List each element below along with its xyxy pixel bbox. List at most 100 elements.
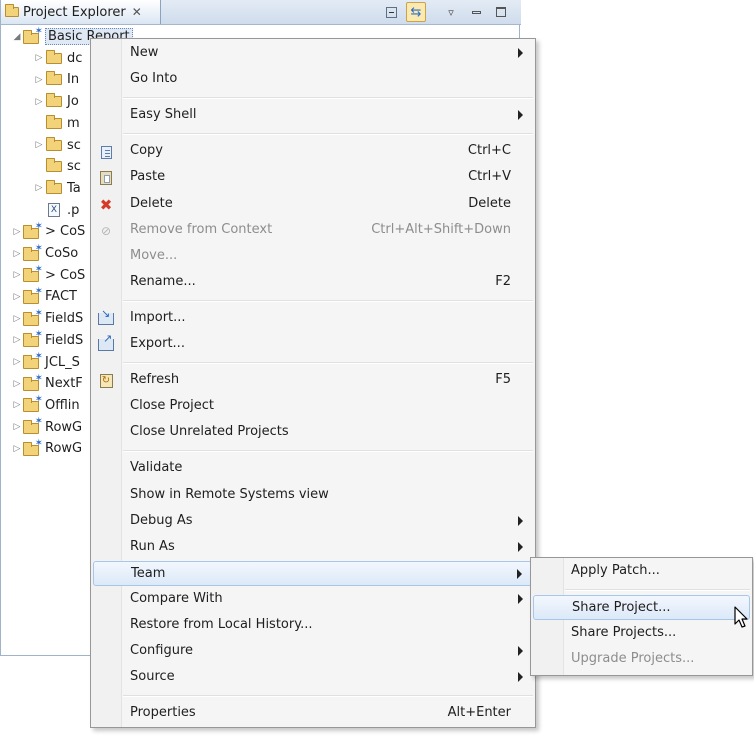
menu-item-label: Validate xyxy=(130,460,183,476)
collapsed-arrow-icon[interactable]: ▷ xyxy=(11,270,23,280)
tree-item[interactable]: ▷ sc xyxy=(33,135,81,156)
collapsed-arrow-icon[interactable]: ▷ xyxy=(11,227,23,237)
view-title: Project Explorer xyxy=(23,4,126,20)
tree-item[interactable]: ▷ ✶ > CoS xyxy=(11,221,86,242)
delete-icon: ✖ xyxy=(99,195,113,214)
menu-item-team[interactable]: Team xyxy=(93,560,533,586)
tree-item[interactable]: ▷ ✶ RowG xyxy=(11,438,83,459)
menu-item-go-into[interactable]: Go Into xyxy=(93,67,533,92)
menu-item-label: Properties xyxy=(130,705,196,721)
tree-item[interactable]: ▷ Ta xyxy=(33,178,81,199)
menu-item-label: Refresh xyxy=(130,372,180,388)
tree-item[interactable]: X .p xyxy=(33,200,79,221)
menu-separator xyxy=(123,97,533,100)
collapsed-arrow-icon[interactable]: ▷ xyxy=(11,357,23,367)
menu-item-copy[interactable]: Copy Ctrl+C xyxy=(93,139,533,164)
menu-item-export[interactable]: Export... xyxy=(93,332,533,357)
tree-item[interactable]: sc xyxy=(33,156,81,177)
menu-item-label: Upgrade Projects... xyxy=(571,651,695,667)
menu-item-paste[interactable]: Paste Ctrl+V xyxy=(93,165,533,190)
menu-item-delete[interactable]: ✖ Delete Delete xyxy=(93,192,533,217)
menu-separator xyxy=(123,299,533,302)
tree-item[interactable]: ▷ ✶ CoSo xyxy=(11,243,79,264)
collapsed-arrow-icon[interactable]: ▷ xyxy=(11,292,23,302)
tree-item[interactable]: ▷ ✶ > CoS xyxy=(11,264,86,286)
tree-item[interactable]: ▷ ✶ JCL_S xyxy=(11,351,80,373)
collapsed-arrow-icon[interactable]: ▷ xyxy=(11,249,23,259)
menu-item-import[interactable]: Import... xyxy=(93,306,533,331)
view-menu-icon[interactable]: ▿ xyxy=(441,2,461,22)
tree-item[interactable]: ▷ ✶ FACT xyxy=(11,286,77,307)
tree-item[interactable]: ▷ ✶ FieldS xyxy=(11,329,84,351)
collapsed-arrow-icon[interactable]: ▷ xyxy=(33,183,45,193)
project-folder-icon: ✶ xyxy=(23,308,43,327)
tree-item-label: NextF xyxy=(45,376,83,392)
collapsed-arrow-icon[interactable]: ▷ xyxy=(11,444,23,454)
project-folder-icon: ✶ xyxy=(23,286,43,305)
project-explorer-tab[interactable]: Project Explorer ✕ xyxy=(1,0,161,24)
collapsed-arrow-icon[interactable]: ▷ xyxy=(11,422,23,432)
collapse-all-icon[interactable] xyxy=(381,2,401,22)
menu-item-run-as[interactable]: Run As xyxy=(93,535,533,560)
tree-item[interactable]: ▷ ✶ NextF xyxy=(11,373,83,394)
collapsed-arrow-icon[interactable]: ▷ xyxy=(33,97,45,107)
menu-item-close-unrelated-projects[interactable]: Close Unrelated Projects xyxy=(93,420,533,445)
menu-separator xyxy=(123,362,533,365)
collapsed-arrow-icon[interactable]: ▷ xyxy=(33,75,45,85)
menu-item-apply-patch[interactable]: Apply Patch... xyxy=(533,559,750,584)
collapsed-arrow-icon[interactable]: ▷ xyxy=(11,379,23,389)
tree-item-label: JCL_S xyxy=(45,354,80,370)
tree-item[interactable]: ▷ ✶ Offlin xyxy=(11,394,80,416)
tree-item-label: Ta xyxy=(67,180,81,196)
tree-item[interactable]: ▷ In xyxy=(33,69,79,90)
menu-item-label: New xyxy=(130,45,159,60)
collapsed-arrow-icon[interactable]: ▷ xyxy=(11,335,23,345)
menu-item-compare-with[interactable]: Compare With xyxy=(93,587,533,612)
menu-item-label: Source xyxy=(130,669,175,685)
tree-item[interactable]: ▷ Jo xyxy=(33,91,79,112)
tree-item[interactable]: ▷ dc xyxy=(33,48,82,69)
expanded-arrow-icon[interactable]: ◢ xyxy=(11,32,23,42)
menu-item-configure[interactable]: Configure xyxy=(93,639,533,664)
maximize-icon[interactable] xyxy=(491,2,511,22)
menu-item-source[interactable]: Source xyxy=(93,665,533,690)
menu-item-new[interactable]: New xyxy=(93,41,533,66)
copy-icon xyxy=(97,143,115,161)
project-folder-icon: ✶ xyxy=(23,394,43,413)
collapsed-arrow-icon[interactable]: ▷ xyxy=(11,314,23,324)
tree-item[interactable]: ▷ ✶ RowG xyxy=(11,416,83,438)
menu-item-easy-shell[interactable]: Easy Shell xyxy=(93,103,533,128)
menu-item-restore-from-local-history[interactable]: Restore from Local History... xyxy=(93,613,533,638)
submenu-arrow-icon xyxy=(518,672,523,683)
tree-item-label: FACT xyxy=(45,289,77,305)
folder-icon xyxy=(45,158,63,175)
menu-item-validate[interactable]: Validate xyxy=(93,456,533,481)
collapsed-arrow-icon[interactable]: ▷ xyxy=(33,53,45,63)
menu-item-label: Restore from Local History... xyxy=(130,617,313,632)
menu-item-remove-from-context: ⊘ Remove from Context Ctrl+Alt+Shift+Down xyxy=(93,218,533,243)
tree-item[interactable]: ▷ ✶ FieldS xyxy=(11,308,84,329)
menu-item-debug-as[interactable]: Debug As xyxy=(93,509,533,534)
menu-item-close-project[interactable]: Close Project xyxy=(93,394,533,419)
menu-item-shortcut: F2 xyxy=(495,273,511,289)
link-with-editor-icon[interactable]: ⇆ xyxy=(406,2,426,22)
menu-item-refresh[interactable]: ↻ Refresh F5 xyxy=(93,368,533,393)
menu-item-properties[interactable]: Properties Alt+Enter xyxy=(93,701,533,726)
tree-item-label: FieldS xyxy=(45,311,84,327)
tree-item-label: dc xyxy=(67,50,83,66)
xml-file-icon: X xyxy=(45,202,63,218)
submenu-arrow-icon xyxy=(518,593,523,604)
menu-item-share-projects[interactable]: Share Projects... xyxy=(533,621,750,646)
tree-item[interactable]: m xyxy=(33,113,80,134)
tree-item-label: In xyxy=(67,72,80,88)
collapsed-arrow-icon[interactable]: ▷ xyxy=(33,140,45,150)
submenu-arrow-icon xyxy=(518,515,523,526)
close-icon[interactable]: ✕ xyxy=(132,5,142,19)
menu-item-rename[interactable]: Rename... F2 xyxy=(93,270,533,295)
menu-item-show-in-remote-systems-view[interactable]: Show in Remote Systems view xyxy=(93,483,533,508)
context-menu: New Go Into Easy Shell Copy Ctrl+C Paste Ctrl+… xyxy=(90,38,536,728)
collapsed-arrow-icon[interactable]: ▷ xyxy=(11,400,23,410)
project-folder-icon: ✶ xyxy=(23,221,43,240)
menu-item-share-project[interactable]: Share Project... xyxy=(533,595,750,621)
minimize-icon[interactable] xyxy=(466,2,486,22)
